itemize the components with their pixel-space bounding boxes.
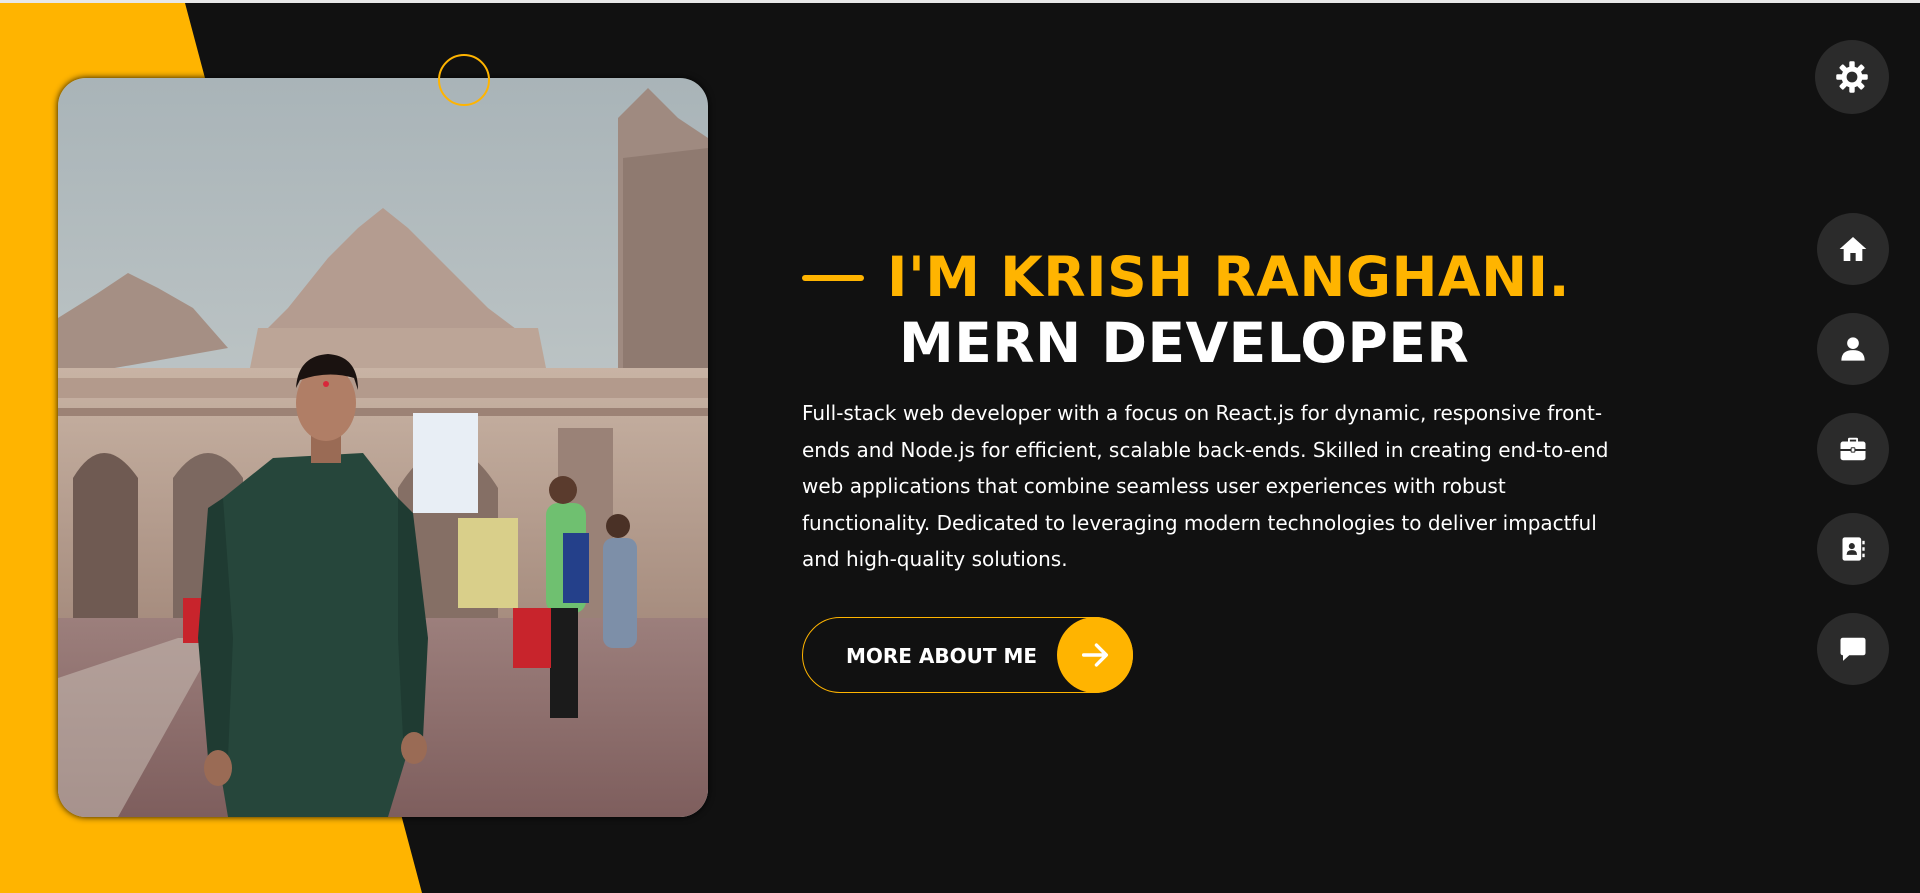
- hero-subtitle: MERN DEVELOPER: [899, 311, 1470, 375]
- arrow-right-icon: [1057, 617, 1133, 693]
- side-nav: [1817, 213, 1889, 713]
- address-book-icon: [1839, 535, 1867, 563]
- hero-description: Full-stack web developer with a focus on…: [802, 401, 1609, 572]
- nav-item-portfolio[interactable]: [1817, 413, 1889, 485]
- theme-toggle-button[interactable]: [1815, 40, 1889, 114]
- gear-icon: [1834, 59, 1870, 95]
- user-icon: [1839, 335, 1867, 363]
- hero-section: I'M KRISH RANGHANI. MERN DEVELOPER Full-…: [802, 243, 1632, 578]
- nav-item-about[interactable]: [1817, 313, 1889, 385]
- home-icon: [1837, 233, 1869, 265]
- nav-item-home[interactable]: [1817, 213, 1889, 285]
- decorative-ring: [438, 54, 490, 106]
- page: I'M KRISH RANGHANI. MERN DEVELOPER Full-…: [0, 0, 1920, 893]
- comment-icon: [1838, 634, 1868, 664]
- nav-item-blog[interactable]: [1817, 613, 1889, 685]
- briefcase-icon: [1838, 434, 1868, 464]
- more-about-me-label: MORE ABOUT ME: [846, 644, 1038, 668]
- hero-title: I'M KRISH RANGHANI.: [887, 245, 1570, 309]
- nav-item-contact[interactable]: [1817, 513, 1889, 585]
- profile-photo: [58, 78, 708, 817]
- title-row: I'M KRISH RANGHANI.: [802, 243, 1632, 311]
- more-about-me-button[interactable]: MORE ABOUT ME: [802, 617, 1133, 693]
- top-divider: [0, 0, 1920, 3]
- title-dash: [802, 275, 864, 281]
